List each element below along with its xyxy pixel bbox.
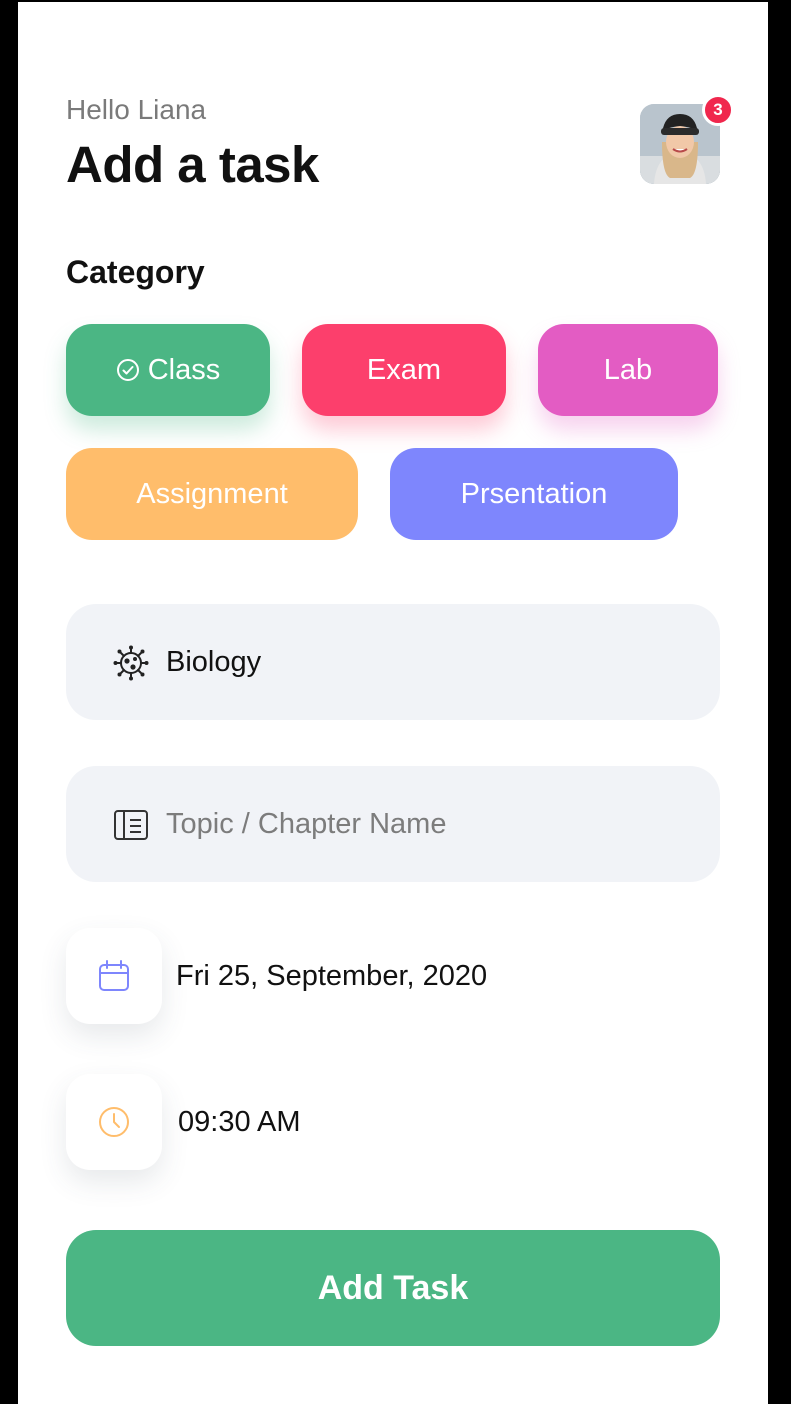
category-label: Category: [66, 254, 205, 290]
category-chip-class[interactable]: Class: [66, 324, 270, 416]
category-chip-lab[interactable]: Lab: [538, 324, 718, 416]
greeting-text: Hello Liana: [66, 94, 207, 125]
date-value[interactable]: Fri 25, September, 2020: [176, 960, 487, 993]
category-chip-label: Assignment: [136, 477, 288, 510]
time-picker-button[interactable]: [66, 1074, 162, 1170]
category-chip-label: Prsentation: [460, 477, 608, 510]
category-chip-assignment[interactable]: Assignment: [66, 448, 358, 540]
page-title: Add a task: [66, 136, 319, 193]
subject-field[interactable]: Biology: [66, 604, 720, 720]
category-chip-label: Lab: [603, 353, 653, 386]
category-chip-label: Exam: [366, 353, 442, 386]
clock-icon: [99, 1107, 129, 1137]
topic-field[interactable]: [66, 766, 720, 882]
time-value[interactable]: 09:30 AM: [178, 1106, 301, 1139]
add-task-screen: Hello Liana Add a task 3 Category Class …: [18, 2, 768, 1404]
notification-badge[interactable]: 3: [702, 94, 734, 126]
calendar-icon: [99, 960, 129, 991]
notes-icon: [114, 810, 148, 840]
subject-value: Biology: [166, 645, 262, 678]
date-picker-button[interactable]: [66, 928, 162, 1024]
add-task-button[interactable]: Add Task: [66, 1230, 720, 1346]
check-circle-icon: [116, 359, 139, 381]
category-chip-exam[interactable]: Exam: [302, 324, 506, 416]
category-chip-presentation[interactable]: Prsentation: [390, 448, 678, 540]
virus-icon: [113, 645, 149, 681]
category-chip-label: Class: [147, 353, 221, 386]
topic-input[interactable]: [166, 804, 686, 844]
